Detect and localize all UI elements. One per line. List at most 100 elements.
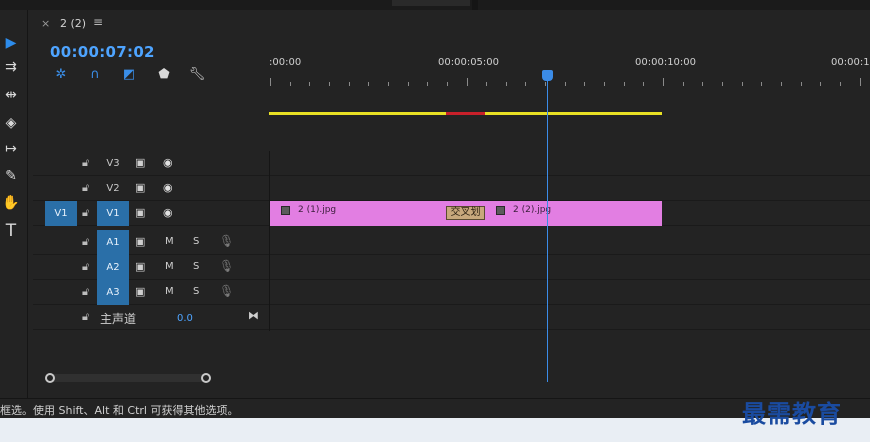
sequence-tab-title[interactable]: 2 (2) <box>60 17 86 30</box>
ruler-tick <box>820 82 821 86</box>
solo-button[interactable]: S <box>193 286 199 297</box>
lane-v2[interactable] <box>270 176 870 201</box>
eye-icon[interactable]: ◉ <box>163 206 173 219</box>
lock-icon[interactable]: 🔓︎ <box>82 285 89 299</box>
ruler-label: 00:00:05:00 <box>438 57 500 68</box>
track-target-a2[interactable]: A2 <box>97 255 129 280</box>
snap-nest-icon[interactable]: ✲ <box>52 67 70 83</box>
ruler-tick <box>329 82 330 86</box>
master-volume-value[interactable]: 0.0 <box>177 313 193 324</box>
lock-icon[interactable]: 🔓︎ <box>82 181 89 195</box>
track-header-a2: 🔓︎ A2 ▣ M S 🎙︎ <box>33 255 269 280</box>
pen-tool-icon[interactable]: ✎ <box>0 165 22 187</box>
slip-tool-icon[interactable]: ↦ <box>0 138 22 160</box>
ruler-tick <box>761 82 762 86</box>
track-target-v3[interactable]: V3 <box>97 151 129 176</box>
lock-icon[interactable]: 🔓︎ <box>82 206 89 220</box>
solo-button[interactable]: S <box>193 236 199 247</box>
render-bar <box>446 112 485 115</box>
lock-icon[interactable]: 🔓︎ <box>82 235 89 249</box>
clip-label: 2 (1).jpg <box>298 205 337 215</box>
ruler-tick <box>525 82 526 86</box>
ruler-tick <box>742 82 743 86</box>
eye-icon[interactable]: ◉ <box>163 156 173 169</box>
go-to-end-icon[interactable]: ⧓ <box>248 309 259 322</box>
track-target-v2[interactable]: V2 <box>97 176 129 201</box>
lock-icon[interactable]: 🔓︎ <box>82 310 89 324</box>
lane-a2[interactable] <box>270 255 870 280</box>
ruler-tick <box>290 82 291 86</box>
lane-a1[interactable] <box>270 230 870 255</box>
track-target-a3[interactable]: A3 <box>97 280 129 305</box>
cross-wipe-transition[interactable]: 交叉划 <box>446 206 485 220</box>
track-target-v1[interactable]: V1 <box>97 201 129 226</box>
panel-menu-icon[interactable]: ≡ <box>93 15 103 29</box>
sync-lock-icon[interactable]: ▣ <box>135 156 145 169</box>
linked-selection-icon[interactable]: ◩ <box>120 67 138 83</box>
marker-icon[interactable]: ⬟ <box>155 67 173 83</box>
lane-master[interactable] <box>270 305 870 330</box>
track-target-a1[interactable]: A1 <box>97 230 129 255</box>
sync-lock-icon[interactable]: ▣ <box>135 260 145 273</box>
close-icon[interactable]: × <box>41 17 50 30</box>
tab-bar: × 2 (2) ≡ <box>33 10 870 36</box>
scroll-handle-left[interactable] <box>45 373 55 383</box>
clip-label: 2 (2).jpg <box>513 205 552 215</box>
ruler-tick <box>663 78 664 86</box>
lane-a3[interactable] <box>270 280 870 305</box>
ruler-tick <box>840 82 841 86</box>
track-header-a1: 🔓︎ A1 ▣ M S 🎙︎ <box>33 230 269 255</box>
ruler-tick <box>388 82 389 86</box>
ruler-tick <box>408 82 409 86</box>
eye-icon[interactable]: ◉ <box>163 181 173 194</box>
video-clip[interactable]: 2 (1).jpg 交叉划 2 (2).jpg <box>270 201 662 226</box>
mute-button[interactable]: M <box>165 236 174 247</box>
time-ruler[interactable]: :00:00 00:00:05:00 00:00:10:00 00:00:15 <box>269 40 870 115</box>
solo-button[interactable]: S <box>193 261 199 272</box>
lane-v3[interactable] <box>270 151 870 176</box>
mute-button[interactable]: M <box>165 261 174 272</box>
selection-tool-icon[interactable]: ▶ <box>0 32 22 54</box>
fx-badge-icon <box>496 206 505 215</box>
microphone-icon[interactable]: 🎙︎ <box>219 284 234 298</box>
ruler-label: :00:00 <box>269 57 302 68</box>
status-text: 框选。使用 Shift、Alt 和 Ctrl 可获得其他选项。 <box>0 404 239 417</box>
ruler-tick <box>486 82 487 86</box>
status-bar: 框选。使用 Shift、Alt 和 Ctrl 可获得其他选项。 <box>0 398 870 418</box>
hand-tool-icon[interactable]: ✋ <box>0 192 22 214</box>
track-header-a3: 🔓︎ A3 ▣ M S 🎙︎ <box>33 280 269 305</box>
ruler-tick <box>349 82 350 86</box>
lock-icon[interactable]: 🔓︎ <box>82 156 89 170</box>
sync-lock-icon[interactable]: ▣ <box>135 285 145 298</box>
master-track-label: 主声道 <box>100 312 137 326</box>
ruler-tick <box>624 82 625 86</box>
source-patch-v1[interactable]: V1 <box>45 201 77 226</box>
playhead-line[interactable] <box>547 78 548 382</box>
premiere-timeline-window: ▶ ⇉ ⇹ ◈ ↦ ✎ ✋ T × 2 (2) ≡ 00:00:07:02 ✲ … <box>0 0 870 442</box>
magnet-icon[interactable]: ∩ <box>86 67 104 83</box>
sync-lock-icon[interactable]: ▣ <box>135 181 145 194</box>
ruler-tick <box>565 82 566 86</box>
track-header-v3: 🔓︎ V3 ▣ ◉ <box>33 151 269 176</box>
ripple-edit-tool-icon[interactable]: ⇹ <box>0 84 22 106</box>
ruler-tick <box>467 78 468 86</box>
scroll-handle-right[interactable] <box>201 373 211 383</box>
watermark-logo: 最需教育 <box>742 399 842 428</box>
sync-lock-icon[interactable]: ▣ <box>135 235 145 248</box>
lock-icon[interactable]: 🔓︎ <box>82 260 89 274</box>
type-tool-icon[interactable]: T <box>0 220 22 242</box>
track-area[interactable]: 2 (1).jpg 交叉划 2 (2).jpg <box>269 151 870 331</box>
microphone-icon[interactable]: 🎙︎ <box>219 259 234 273</box>
track-select-tool-icon[interactable]: ⇉ <box>0 56 22 78</box>
wrench-icon[interactable]: 🔧︎ <box>188 67 206 83</box>
razor-tool-icon[interactable]: ◈ <box>0 112 22 134</box>
desktop-background <box>0 418 870 442</box>
ruler-tick <box>604 82 605 86</box>
ruler-tick <box>643 82 644 86</box>
sync-lock-icon[interactable]: ▣ <box>135 206 145 219</box>
playhead-timecode[interactable]: 00:00:07:02 <box>50 43 155 61</box>
ruler-tick <box>427 82 428 86</box>
zoom-scrollbar[interactable] <box>45 373 211 383</box>
mute-button[interactable]: M <box>165 286 174 297</box>
microphone-icon[interactable]: 🎙︎ <box>219 234 234 248</box>
